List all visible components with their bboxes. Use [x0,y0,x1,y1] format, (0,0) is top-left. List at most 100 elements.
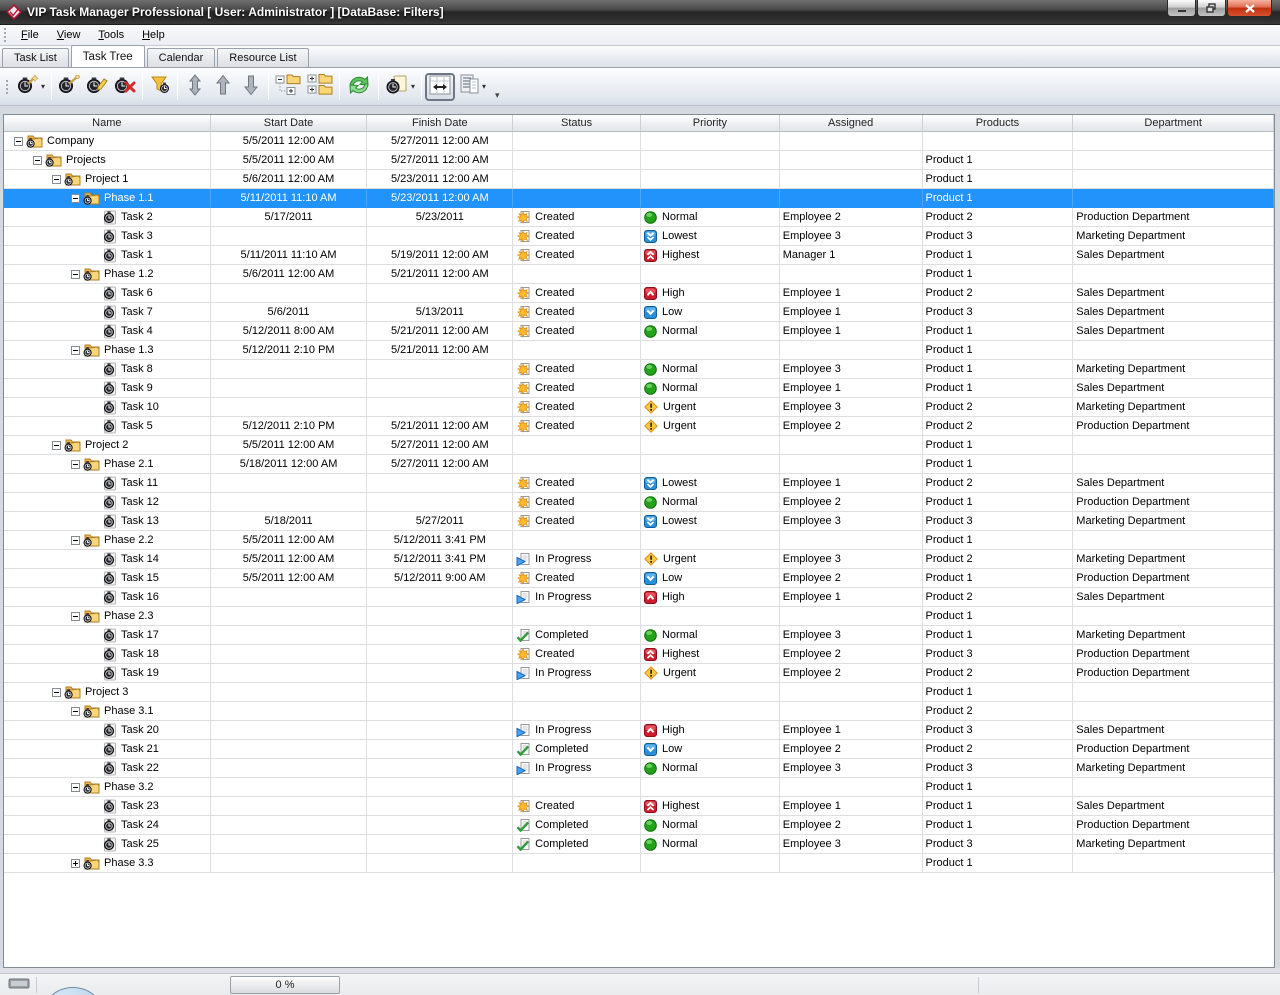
move-up-button[interactable] [209,73,237,101]
tree-row-task-24[interactable]: Task 24CompletedNormalEmployee 2Product … [4,816,1274,835]
tab-task-tree[interactable]: Task Tree [71,45,145,67]
tree-row-project-3[interactable]: Project 3Product 1 [4,683,1274,702]
dropdown-caret-icon[interactable]: ▾ [411,82,415,91]
tree-row-task-7[interactable]: Task 75/6/20115/13/2011CreatedLowEmploye… [4,303,1274,322]
tree-row-task-8[interactable]: Task 8CreatedNormalEmployee 3Product 1Ma… [4,360,1274,379]
tree-row-task-22[interactable]: Task 22In ProgressNormalEmployee 3Produc… [4,759,1274,778]
column-header-name[interactable]: Name [4,115,211,131]
collapse-icon[interactable] [71,536,80,545]
tree-row-phase-2-3[interactable]: Phase 2.3Product 1 [4,607,1274,626]
tree-row-task-25[interactable]: Task 25CompletedNormalEmployee 3Product … [4,835,1274,854]
column-header-start-date[interactable]: Start Date [211,115,368,131]
tree-row-phase-2-2[interactable]: Phase 2.25/5/2011 12:00 AM5/12/2011 3:41… [4,531,1274,550]
collapse-icon[interactable] [71,346,80,355]
tree-row-task-15[interactable]: Task 155/5/2011 12:00 AM5/12/2011 9:00 A… [4,569,1274,588]
tree-row-task-14[interactable]: Task 145/5/2011 12:00 AM5/12/2011 3:41 P… [4,550,1274,569]
delete-task-button[interactable] [111,73,139,101]
menu-help[interactable]: Help [133,27,174,43]
dropdown-caret-icon[interactable]: ▾ [41,82,45,91]
minimize-button[interactable] [1167,0,1196,17]
tree-row-task-2[interactable]: Task 25/17/20115/23/2011CreatedNormalEmp… [4,208,1274,227]
cell-name: Task 20 [4,721,211,740]
tree-row-task-10[interactable]: Task 10CreatedUrgentEmployee 3Product 2M… [4,398,1274,417]
tree-row-phase-1-1[interactable]: Phase 1.15/11/2011 11:10 AM5/23/2011 12:… [4,189,1274,208]
column-header-finish-date[interactable]: Finish Date [367,115,513,131]
fit-columns-button[interactable] [425,73,455,101]
tree-row-task-17[interactable]: Task 17CompletedNormalEmployee 3Product … [4,626,1274,645]
tree-row-task-16[interactable]: Task 16In ProgressHighEmployee 1Product … [4,588,1274,607]
tree-row-task-19[interactable]: Task 19In ProgressUrgentEmployee 2Produc… [4,664,1274,683]
tree-row-task-20[interactable]: Task 20In ProgressHighEmployee 1Product … [4,721,1274,740]
move-down-button[interactable] [237,73,265,101]
priority-label: Normal [662,382,697,394]
expand-all-button[interactable] [304,73,336,101]
restore-button[interactable] [1197,0,1226,17]
tree-row-task-9[interactable]: Task 9CreatedNormalEmployee 1Product 1Sa… [4,379,1274,398]
collapse-icon[interactable] [71,612,80,621]
tree-row-project-1[interactable]: Project 15/6/2011 12:00 AM5/23/2011 12:0… [4,170,1274,189]
move-updown-button[interactable] [181,73,209,101]
expand-icon[interactable] [71,859,80,868]
tree-row-projects[interactable]: Projects5/5/2011 12:00 AM5/27/2011 12:00… [4,151,1274,170]
column-header-status[interactable]: Status [513,115,641,131]
cell-start-date [211,721,368,740]
add-task-button[interactable] [55,73,83,101]
tree-row-task-11[interactable]: Task 11CreatedLowestEmployee 1Product 2S… [4,474,1274,493]
menu-file[interactable]: File [12,27,48,43]
tree-row-phase-1-2[interactable]: Phase 1.25/6/2011 12:00 AM5/21/2011 12:0… [4,265,1274,284]
collapse-icon[interactable] [33,156,42,165]
edit-task-button[interactable] [83,73,111,101]
tree-row-task-1[interactable]: Task 15/11/2011 11:10 AM5/19/2011 12:00 … [4,246,1274,265]
tree-row-task-5[interactable]: Task 55/12/2011 2:10 PM5/21/2011 12:00 A… [4,417,1274,436]
tree-row-company[interactable]: Company5/5/2011 12:00 AM5/27/2011 12:00 … [4,132,1274,151]
new-task-button[interactable]: ▾ [14,73,48,101]
tree-row-phase-3-1[interactable]: Phase 3.1Product 2 [4,702,1274,721]
menu-tools[interactable]: Tools [89,27,133,43]
collapse-icon[interactable] [71,707,80,716]
tree-row-task-13[interactable]: Task 135/18/20115/27/2011CreatedLowestEm… [4,512,1274,531]
filter-button[interactable] [146,73,174,101]
tree-row-task-6[interactable]: Task 6CreatedHighEmployee 1Product 2Sale… [4,284,1274,303]
collapse-icon[interactable] [52,441,61,450]
collapse-icon[interactable] [14,137,23,146]
collapse-icon[interactable] [71,460,80,469]
toolbar-overflow-icon[interactable]: ▾ [495,90,500,105]
edit-task-icon [86,75,108,98]
tree-row-task-21[interactable]: Task 21CompletedLowEmployee 2Product 2Pr… [4,740,1274,759]
collapse-icon[interactable] [52,688,61,697]
tree-row-task-23[interactable]: Task 23CreatedHighestEmployee 1Product 1… [4,797,1274,816]
collapse-icon[interactable] [71,194,80,203]
tree-row-phase-2-1[interactable]: Phase 2.15/18/2011 12:00 AM5/27/2011 12:… [4,455,1274,474]
tree-row-task-3[interactable]: Task 3CreatedLowestEmployee 3Product 3Ma… [4,227,1274,246]
folder-clock-icon [83,856,100,870]
collapse-all-button[interactable] [272,73,304,101]
tree-row-task-4[interactable]: Task 45/12/2011 8:00 AM5/21/2011 12:00 A… [4,322,1274,341]
collapse-icon[interactable] [71,270,80,279]
cell-finish-date [367,816,513,835]
tab-calendar[interactable]: Calendar [147,48,216,67]
menu-view[interactable]: View [48,27,90,43]
tab-task-list[interactable]: Task List [2,48,69,67]
menu-grip[interactable] [3,27,8,43]
column-header-assigned[interactable]: Assigned [780,115,923,131]
cell-finish-date [367,626,513,645]
column-header-products[interactable]: Products [923,115,1074,131]
tree-row-task-18[interactable]: Task 18CreatedHighestEmployee 2Product 3… [4,645,1274,664]
column-header-department[interactable]: Department [1073,115,1274,131]
tree-row-project-2[interactable]: Project 25/5/2011 12:00 AM5/27/2011 12:0… [4,436,1274,455]
dropdown-caret-icon[interactable]: ▾ [482,82,486,91]
tree-row-phase-3-3[interactable]: Phase 3.3Product 1 [4,854,1274,873]
tab-resource-list[interactable]: Resource List [217,48,308,67]
refresh-button[interactable] [343,73,375,101]
tree-row-task-12[interactable]: Task 12CreatedNormalEmployee 2Product 1P… [4,493,1274,512]
tree-row-phase-3-2[interactable]: Phase 3.2Product 1 [4,778,1274,797]
tree-row-phase-1-3[interactable]: Phase 1.35/12/2011 2:10 PM5/21/2011 12:0… [4,341,1274,360]
column-header-priority[interactable]: Priority [641,115,780,131]
task-report-button[interactable]: ▾ [382,73,418,101]
toolbar-grip[interactable] [5,79,10,95]
collapse-icon[interactable] [52,175,61,184]
collapse-icon[interactable] [71,783,80,792]
columns-list-button[interactable]: ▾ [455,73,489,101]
close-button[interactable] [1227,0,1272,17]
cell-assigned: Employee 3 [780,550,923,569]
